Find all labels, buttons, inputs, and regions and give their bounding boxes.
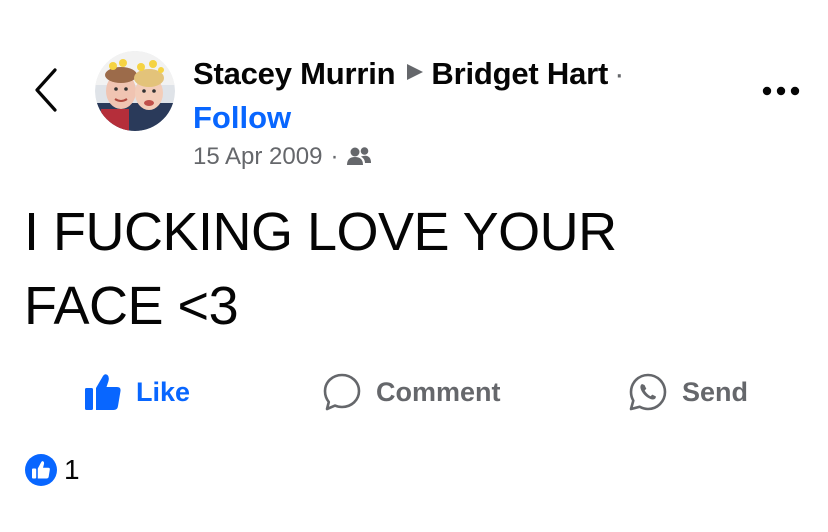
post-header: Stacey Murrin Bridget Hart ·: [193, 52, 624, 94]
back-button[interactable]: [28, 64, 64, 116]
thumbs-up-icon: [85, 374, 121, 410]
chevron-left-icon: [35, 68, 57, 112]
post-date[interactable]: 15 Apr 2009: [193, 141, 322, 173]
reactions-summary[interactable]: 1: [24, 453, 80, 487]
comment-bubble-icon: [323, 373, 361, 411]
more-options-button[interactable]: [760, 82, 802, 100]
profile-photo: [95, 51, 175, 131]
reaction-count: 1: [64, 454, 80, 485]
follow-button[interactable]: Follow: [193, 98, 291, 138]
comment-label: Comment: [376, 376, 501, 407]
avatar[interactable]: [95, 51, 175, 131]
author-name[interactable]: Stacey Murrin: [193, 56, 396, 91]
header-separator: ·: [614, 56, 625, 91]
post-message: I FUCKING LOVE YOUR FACE <3: [24, 202, 617, 336]
triangle-right-icon: [405, 52, 425, 92]
send-button[interactable]: Send: [628, 370, 748, 414]
like-button[interactable]: Like: [84, 370, 190, 414]
friends-icon: [347, 147, 372, 165]
send-label: Send: [682, 376, 749, 407]
meta-separator: ·: [330, 143, 339, 170]
whatsapp-send-icon: [629, 373, 667, 411]
recipient-name[interactable]: Bridget Hart: [431, 56, 608, 91]
like-reaction-icon: [25, 454, 57, 486]
post-meta: 15 Apr 2009 ·: [193, 141, 372, 173]
like-label: Like: [136, 376, 191, 407]
post-view: Stacey Murrin Bridget Hart · Follow 15 Apr…: [0, 0, 828, 532]
comment-button[interactable]: Comment: [322, 370, 501, 414]
ellipsis-icon: [762, 86, 800, 96]
